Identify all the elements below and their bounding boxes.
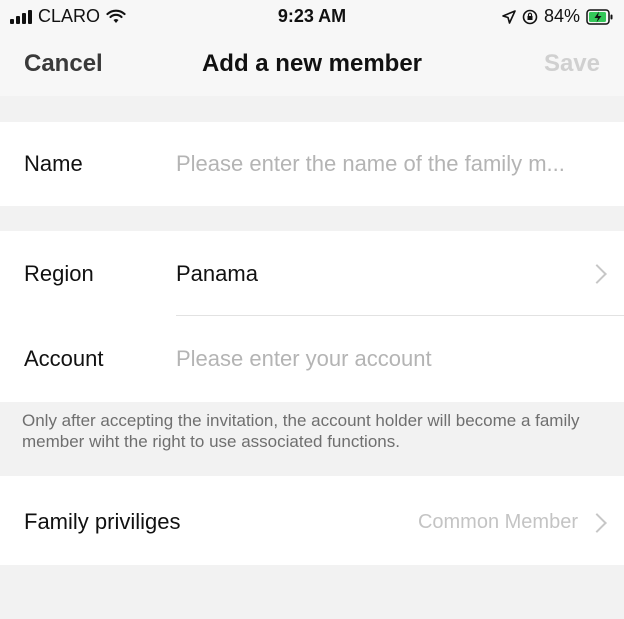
navigation-bar: Cancel Add a new member Save	[0, 32, 624, 96]
location-arrow-icon	[502, 9, 516, 24]
save-button[interactable]: Save	[544, 50, 600, 78]
region-value: Panama	[176, 261, 258, 286]
status-right: 84%	[502, 6, 614, 27]
divider	[176, 315, 624, 316]
privileges-section[interactable]: Family priviliges Common Member	[0, 476, 624, 565]
invitation-note-text: Only after accepting the invitation, the…	[22, 411, 580, 451]
privileges-value: Common Member	[417, 511, 578, 533]
name-label: Name	[24, 151, 83, 176]
battery-percent: 84%	[543, 6, 580, 26]
name-input[interactable]: Please enter the name of the family m...	[176, 151, 565, 177]
name-section: Name Please enter the name of the family…	[0, 122, 624, 206]
status-bar: CLARO 9:23 AM 84%	[0, 0, 624, 32]
page-title: Add a new member	[201, 50, 423, 77]
account-label: Account	[24, 346, 104, 371]
orientation-lock-icon	[522, 9, 538, 24]
region-row[interactable]: Region Panama	[0, 231, 624, 316]
account-input[interactable]: Please enter your account	[176, 346, 432, 372]
invitation-note: Only after accepting the invitation, the…	[0, 402, 624, 476]
battery-charging-icon	[586, 8, 613, 25]
chevron-right-icon	[587, 513, 607, 533]
region-account-section: Region Panama Account Please enter your …	[0, 231, 624, 402]
region-label: Region	[24, 261, 94, 286]
privileges-label: Family priviliges	[24, 509, 181, 534]
chevron-right-icon	[587, 264, 607, 284]
